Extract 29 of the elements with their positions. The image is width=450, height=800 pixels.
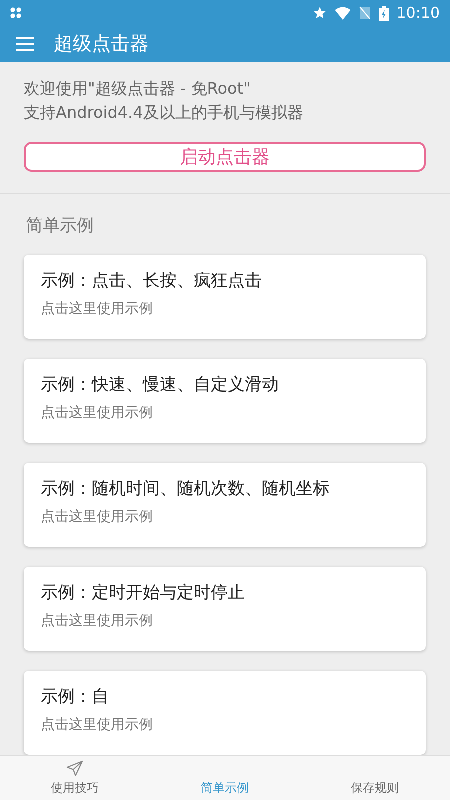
start-button[interactable]: 启动点击器 — [24, 142, 426, 172]
no-sim-icon — [358, 6, 371, 20]
example-hint: 点击这里使用示例 — [41, 612, 154, 630]
example-card[interactable]: 示例：随机时间、随机次数、随机坐标 点击这里使用示例 — [24, 463, 426, 547]
wifi-icon — [334, 6, 351, 20]
example-title: 示例：随机时间、随机次数、随机坐标 — [41, 478, 331, 500]
status-time: 10:10 — [396, 4, 440, 22]
menu-icon — [16, 37, 34, 51]
battery-icon — [378, 6, 389, 20]
nav-tab[interactable]: 保存规则 — [300, 756, 450, 800]
example-title: 示例：定时开始与定时停止 — [41, 582, 246, 604]
section-title: 简单示例 — [25, 215, 95, 237]
intro-text: 支持Android4.4及以上的手机与模拟器 — [24, 102, 304, 124]
example-hint: 点击这里使用示例 — [41, 404, 154, 422]
example-card[interactable]: 示例：定时开始与定时停止 点击这里使用示例 — [24, 567, 426, 651]
app-title: 超级点击器 — [54, 32, 149, 57]
example-hint: 点击这里使用示例 — [41, 716, 154, 734]
example-hint: 点击这里使用示例 — [41, 300, 154, 318]
example-hint: 点击这里使用示例 — [41, 508, 154, 526]
intro-text: 欢迎使用"超级点击器 - 免Root" — [24, 78, 252, 100]
example-title: 示例：点击、长按、疯狂点击 — [41, 270, 263, 292]
example-card[interactable]: 示例：快速、慢速、自定义滑动 点击这里使用示例 — [24, 359, 426, 443]
notification-icon — [10, 7, 22, 19]
example-title: 示例：快速、慢速、自定义滑动 — [41, 374, 280, 396]
nav-tab[interactable]: 使用技巧 — [0, 756, 150, 800]
star-icon — [312, 6, 327, 20]
example-card[interactable]: 示例：点击、长按、疯狂点击 点击这里使用示例 — [24, 255, 426, 339]
example-title: 示例：自 — [41, 686, 110, 708]
example-card[interactable]: 示例：自 点击这里使用示例 — [24, 671, 426, 755]
